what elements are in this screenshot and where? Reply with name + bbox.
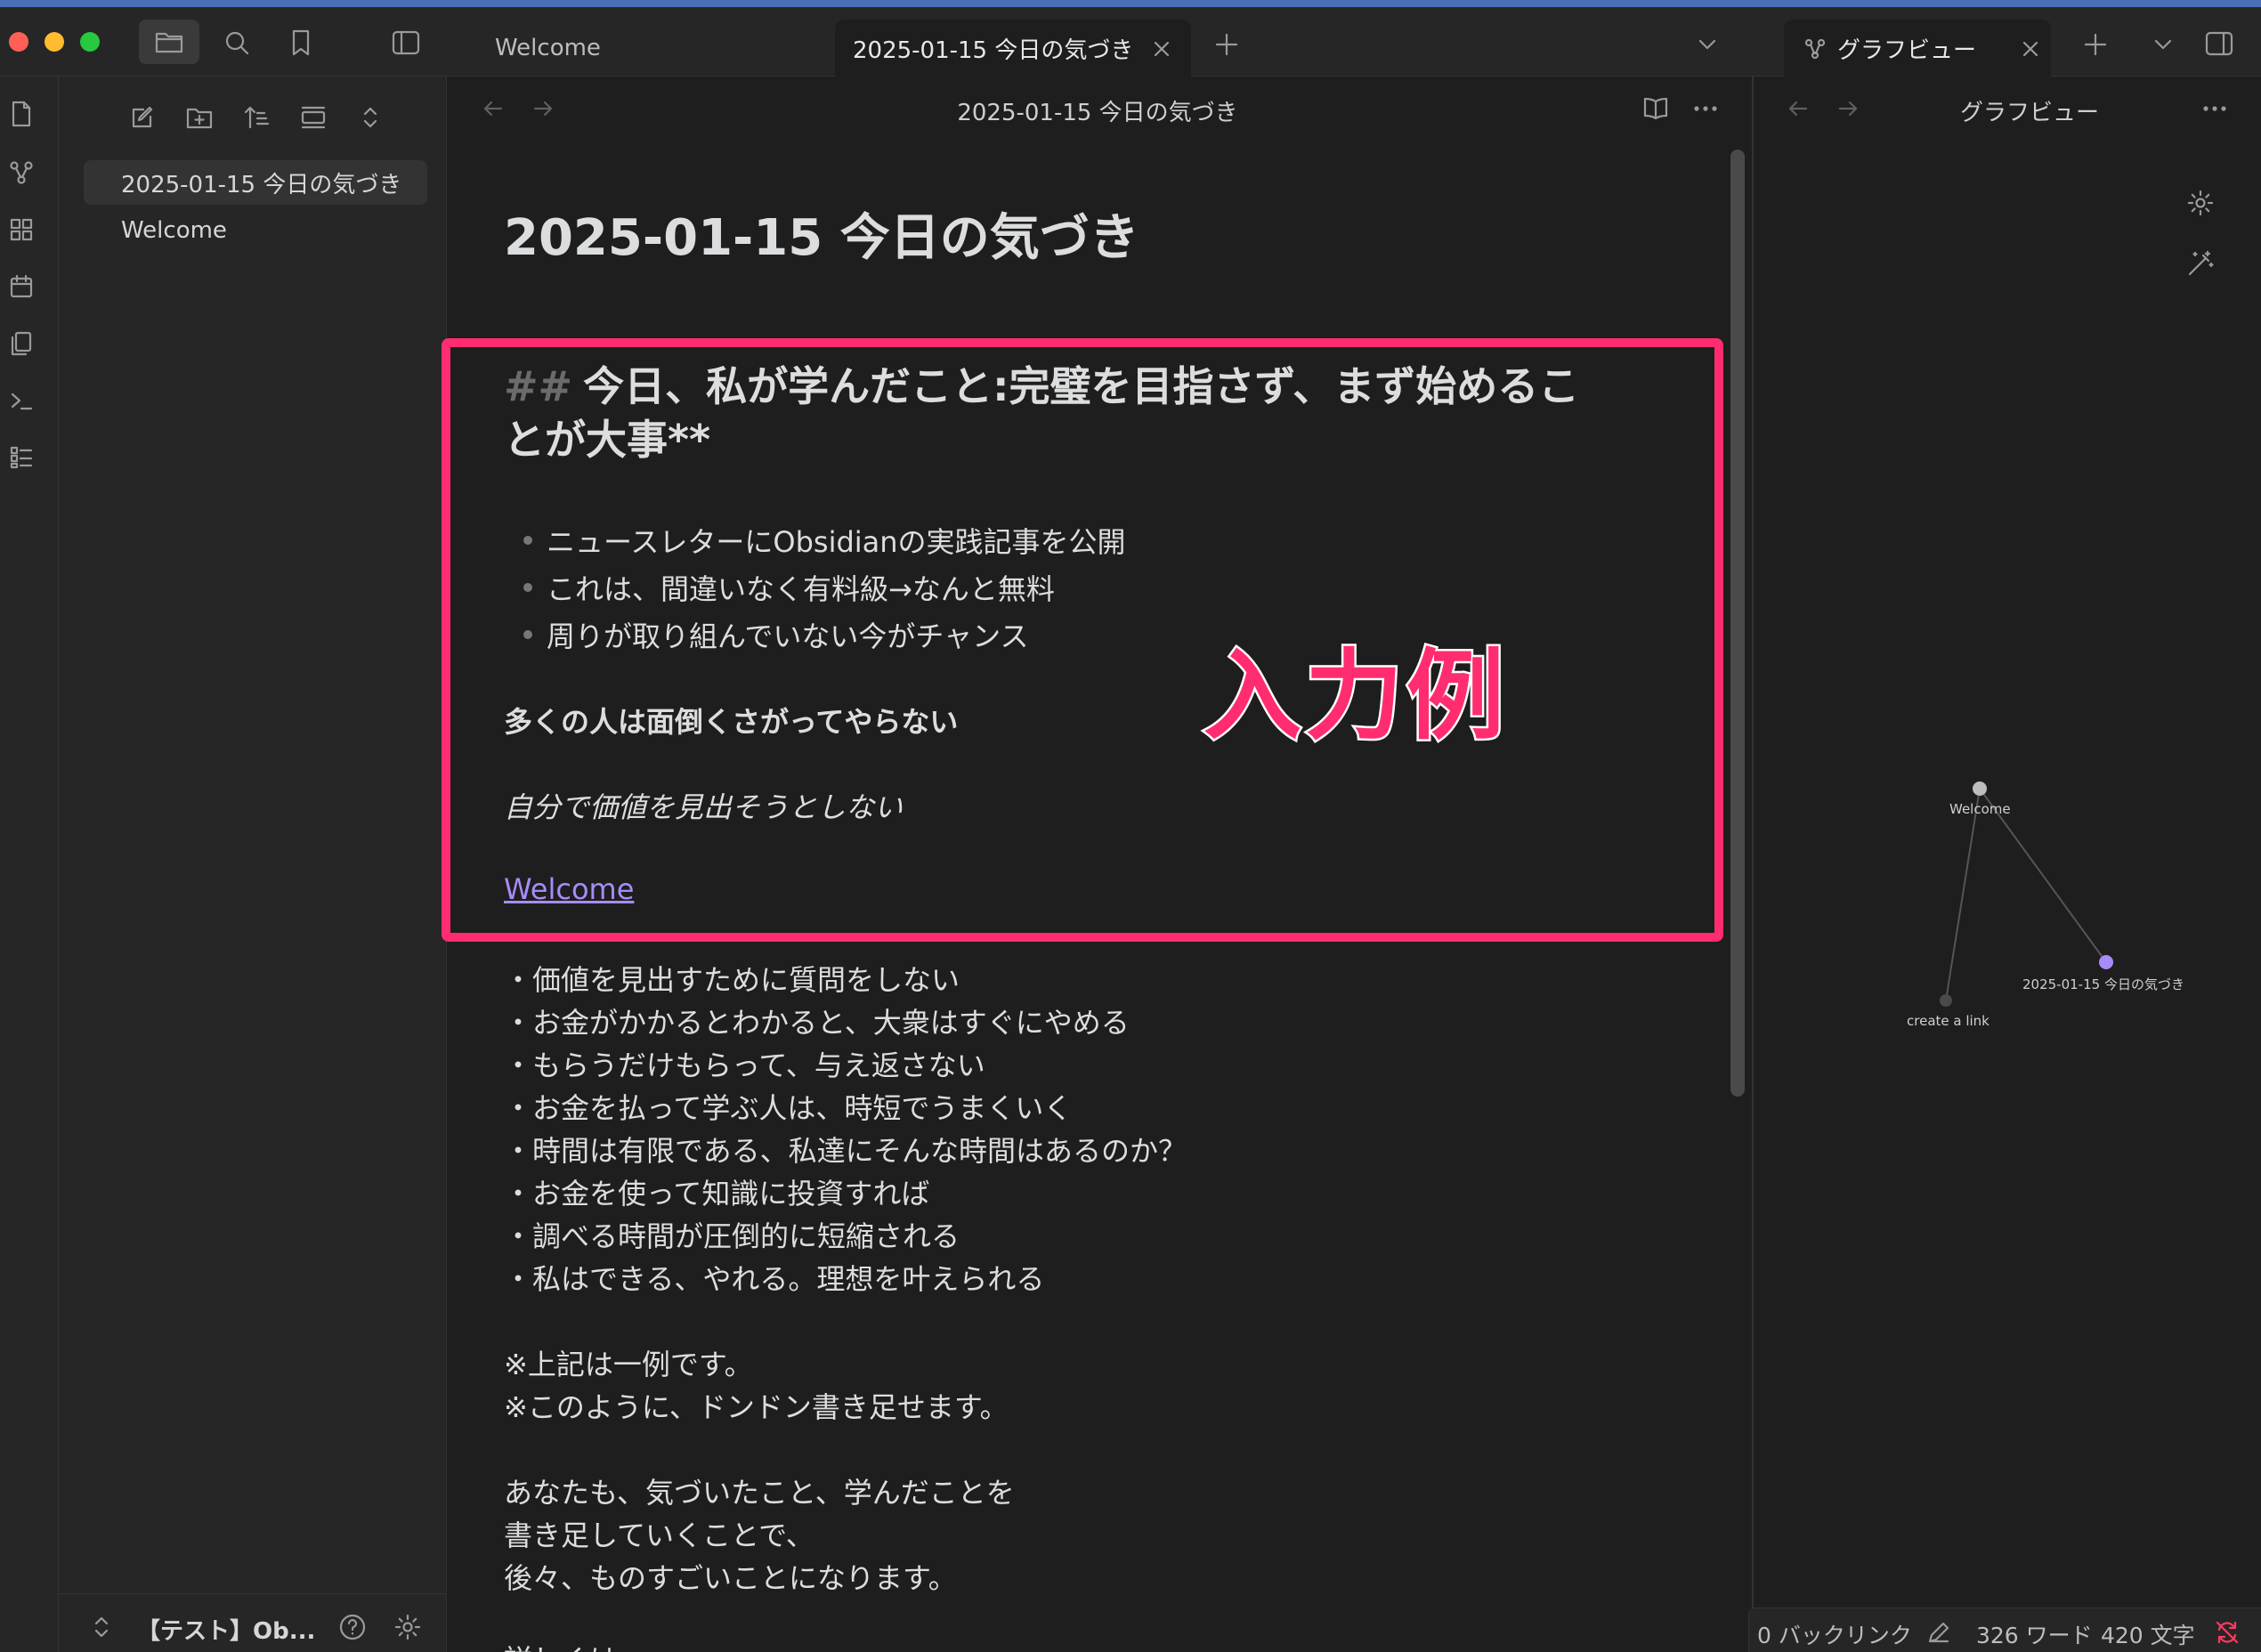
back-arrow-icon[interactable] [475,91,511,126]
tab-graph-view[interactable]: グラフビュー [1784,20,2051,77]
graph-node-note[interactable] [2099,955,2113,969]
list-line: ・価値を見出すために質問をしない [504,963,960,997]
note-line: ※このように、ドンドン書き足せます。 [504,1390,1009,1424]
list-line: ・調べる時間が圧倒的に短縮される [504,1219,960,1253]
open-note-icon[interactable] [2,94,41,134]
more-options-icon[interactable] [1688,91,1723,126]
canvas-icon[interactable] [2,210,41,249]
search-icon[interactable] [217,23,256,62]
edit-mode-pencil-icon[interactable] [1923,1616,1955,1648]
forward-arrow-icon[interactable] [525,91,561,126]
doc-title: 2025-01-15 今日の気づき [504,209,1139,267]
graph-label-welcome: Welcome [1949,801,2011,817]
tab-graph-label: グラフビュー [1837,36,1977,64]
outline-icon[interactable] [2,438,41,477]
list-line: ・私はできる、やれる。理想を叶えられる [504,1262,1045,1296]
file-explorer-icon[interactable] [139,20,199,64]
status-char-count: 420 文字 [2101,1623,2195,1648]
tab-active-note[interactable]: 2025-01-15 今日の気づき [835,20,1191,77]
expand-icon[interactable] [351,98,390,137]
new-folder-icon[interactable] [180,98,219,137]
settings-gear-icon[interactable] [388,1607,427,1647]
vault-name[interactable]: 【テスト】Ob... [137,1613,315,1646]
editor-header-title[interactable]: 2025-01-15 今日の気づき [957,100,1237,126]
file-item-active[interactable]: 2025-01-15 今日の気づき [84,160,427,205]
graph-edge [1945,788,1981,1001]
list-line: ・お金を払って学ぶ人は、時短でうまくいく [504,1091,1073,1125]
graph-header-title: グラフビュー [1959,100,2099,126]
annotation-label: 入力例 [1202,637,1508,756]
status-word-count: 326 ワード [1976,1623,2093,1648]
file-item-welcome[interactable]: Welcome [84,208,427,253]
graph-back-arrow-icon[interactable] [1780,91,1816,126]
magic-wand-icon[interactable] [2181,244,2220,283]
sort-icon[interactable] [237,98,276,137]
closing-line: 書き足していくことで、 [504,1518,814,1552]
collapse-icon[interactable] [294,98,333,137]
editor-scrollbar[interactable] [1730,150,1745,1097]
tab-active-label: 2025-01-15 今日の気づき [853,36,1134,64]
ribbon [0,77,59,1652]
closing-line: 詳しくは [504,1638,618,1652]
vault-switcher-icon[interactable] [85,1607,118,1647]
new-tab-right-icon[interactable] [2078,27,2113,62]
graph-canvas[interactable] [1752,712,2261,1086]
annotation-highlight-box [442,338,1723,942]
toggle-left-sidebar-icon[interactable] [386,23,425,62]
new-tab-icon[interactable] [1209,27,1244,62]
right-tab-list-chevron-icon[interactable] [2145,27,2181,62]
new-note-icon[interactable] [123,98,162,137]
closing-line: 後々、ものすごいことになります。 [504,1561,957,1595]
zoom-window-button[interactable] [80,32,100,52]
graph-label-note: 2025-01-15 今日の気づき [2022,976,2184,992]
list-line: ・お金を使って知識に投資すれば [504,1177,930,1211]
graph-label-create-link: create a link [1907,1013,1990,1029]
bookmark-icon[interactable] [281,23,320,62]
help-icon[interactable] [333,1607,372,1647]
closing-line: あなたも、気づいたこと、学んだことを [504,1476,1015,1510]
tab-welcome-label: Welcome [495,35,601,61]
minimize-window-button[interactable] [45,32,64,52]
list-line: ・もらうだけもらって、与え返さない [504,1049,985,1082]
list-line: ・時間は有限である、私達にそんな時間はあるのか？ [504,1134,1187,1168]
copy-icon[interactable] [2,324,41,363]
sidebar-footer-divider [59,1593,447,1594]
file-item-label: Welcome [121,217,227,244]
file-item-label: 2025-01-15 今日の気づき [121,171,402,198]
tab-list-chevron-icon[interactable] [1690,27,1725,62]
graph-node-create-link[interactable] [1940,994,1952,1007]
calendar-icon[interactable] [2,267,41,306]
file-explorer-panel: 2025-01-15 今日の気づき Welcome 【テスト】Ob... [59,77,447,1652]
list-line: ・お金がかかるとわかると、大衆はすぐにやめる [504,1006,1130,1040]
status-backlinks[interactable]: 0 バックリンク [1757,1618,1912,1650]
close-graph-tab-icon[interactable] [2017,36,2044,62]
system-menu-strip [0,0,2261,7]
close-tab-icon[interactable] [1148,36,1175,62]
tab-welcome[interactable]: Welcome [472,20,828,77]
note-line: ※上記は一例です。 [504,1348,753,1381]
graph-node-welcome[interactable] [1973,781,1987,796]
graph-tab-icon [1802,36,1828,62]
terminal-icon[interactable] [2,381,41,420]
sync-error-icon[interactable] [2211,1616,2243,1648]
close-window-button[interactable] [9,32,28,52]
reading-view-icon[interactable] [1638,91,1673,126]
toggle-right-sidebar-icon[interactable] [2199,23,2240,64]
graph-settings-gear-icon[interactable] [2181,183,2220,223]
graph-more-options-icon[interactable] [2197,91,2233,126]
graph-forward-arrow-icon[interactable] [1830,91,1866,126]
graph-icon[interactable] [2,153,41,192]
